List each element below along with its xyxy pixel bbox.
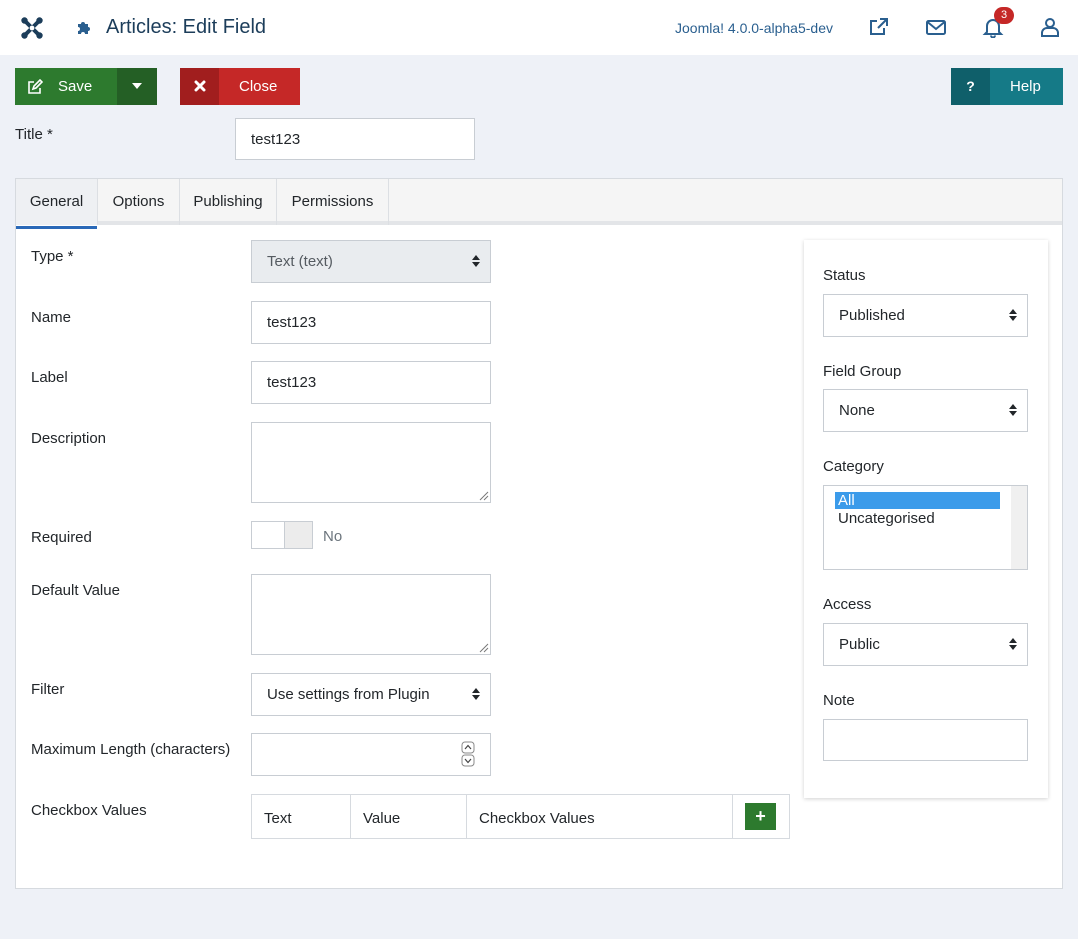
tab-publishing[interactable]: Publishing — [180, 179, 277, 225]
category-label: Category — [823, 458, 884, 475]
access-select-value: Public — [839, 636, 880, 653]
save-options-dropdown-button[interactable] — [117, 68, 157, 105]
title-label: Title * — [15, 126, 53, 143]
external-link-icon[interactable] — [868, 16, 890, 38]
checkbox-values-label: Checkbox Values — [31, 802, 147, 819]
edit-icon — [15, 68, 55, 105]
category-listbox[interactable]: All Uncategorised — [823, 485, 1028, 570]
name-label: Name — [31, 309, 72, 326]
field-group-select-value: None — [839, 402, 875, 419]
tab-permissions[interactable]: Permissions — [277, 179, 389, 225]
caret-down-icon — [132, 83, 142, 89]
number-spinner-icon[interactable] — [461, 741, 475, 767]
save-button[interactable]: Save — [15, 68, 117, 105]
category-option-uncategorised[interactable]: Uncategorised — [835, 510, 935, 527]
column-header-checkbox-values: Checkbox Values — [467, 795, 733, 838]
description-textarea[interactable] — [251, 422, 491, 503]
field-group-select[interactable]: None — [823, 389, 1028, 432]
column-header-text: Text — [252, 795, 351, 838]
tab-general[interactable]: General — [16, 179, 98, 229]
status-select[interactable]: Published — [823, 294, 1028, 337]
user-icon[interactable] — [1039, 16, 1061, 38]
column-header-value: Value — [351, 795, 467, 838]
notification-badge: 3 — [994, 7, 1014, 24]
status-select-value: Published — [839, 307, 905, 324]
top-header: Articles: Edit Field Joomla! 4.0.0-alpha… — [0, 0, 1078, 55]
field-group-label: Field Group — [823, 363, 902, 380]
help-button[interactable]: ? Help — [951, 68, 1063, 105]
joomla-logo-icon[interactable] — [20, 16, 44, 40]
listbox-scrollbar[interactable] — [1011, 486, 1027, 569]
type-select[interactable]: Text (text) — [251, 240, 491, 283]
access-label: Access — [823, 596, 872, 613]
puzzle-icon — [78, 22, 90, 34]
resize-grip-icon[interactable] — [477, 641, 489, 653]
select-caret-icon — [1009, 309, 1017, 321]
add-row-button[interactable]: + — [745, 803, 776, 830]
close-button[interactable]: Close — [180, 68, 300, 105]
type-select-value: Text (text) — [267, 253, 333, 270]
label-input[interactable]: test123 — [251, 361, 491, 404]
select-caret-icon — [472, 255, 480, 267]
title-input[interactable]: test123 — [235, 118, 475, 160]
note-label: Note — [823, 692, 855, 709]
save-button-label: Save — [58, 78, 93, 95]
toggle-knob — [252, 522, 285, 548]
name-input[interactable]: test123 — [251, 301, 491, 344]
version-link[interactable]: Joomla! 4.0.0-alpha5-dev — [675, 20, 833, 36]
label-label: Label — [31, 369, 68, 386]
select-caret-icon — [1009, 638, 1017, 650]
page-title: Articles: Edit Field — [106, 16, 267, 38]
filter-select-value: Use settings from Plugin — [267, 686, 430, 703]
select-caret-icon — [472, 688, 480, 700]
envelope-icon[interactable] — [925, 16, 947, 38]
tab-bar: General Options Publishing Permissions — [16, 179, 1062, 229]
question-icon: ? — [951, 68, 990, 105]
close-icon — [180, 68, 219, 105]
type-label: Type * — [31, 248, 74, 265]
sidebar-card: Status Published Field Group None Catego… — [804, 240, 1048, 798]
default-value-textarea[interactable] — [251, 574, 491, 655]
description-label: Description — [31, 430, 107, 447]
filter-select[interactable]: Use settings from Plugin — [251, 673, 491, 716]
max-length-label: Maximum Length (characters) — [31, 741, 231, 758]
resize-grip-icon[interactable] — [477, 489, 489, 501]
required-toggle[interactable] — [251, 521, 313, 549]
filter-label: Filter — [31, 681, 65, 698]
max-length-input[interactable] — [251, 733, 491, 776]
help-button-label: Help — [1010, 78, 1041, 95]
checkbox-values-table: Text Value Checkbox Values + — [251, 794, 790, 839]
note-input[interactable] — [823, 719, 1028, 761]
required-state-text: No — [323, 528, 343, 545]
access-select[interactable]: Public — [823, 623, 1028, 666]
select-caret-icon — [1009, 404, 1017, 416]
required-label: Required — [31, 529, 92, 546]
tab-options[interactable]: Options — [98, 179, 180, 225]
category-option-all[interactable]: All — [835, 492, 1000, 509]
tab-panel: General Options Publishing Permissions T… — [15, 178, 1063, 889]
close-button-label: Close — [239, 78, 278, 95]
status-label: Status — [823, 267, 866, 284]
default-value-label: Default Value — [31, 582, 120, 599]
